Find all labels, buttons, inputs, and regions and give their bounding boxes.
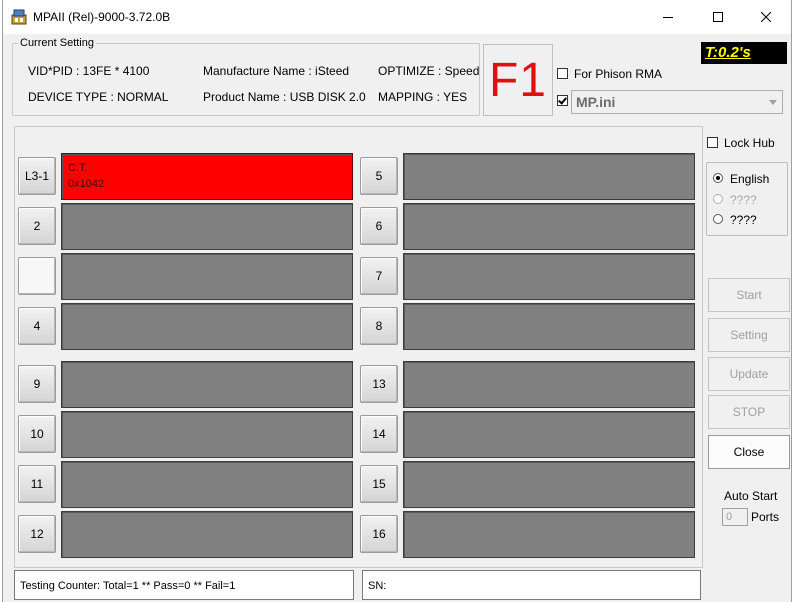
port-status-text: C.T. — [68, 162, 88, 174]
sn-label: SN: — [368, 580, 387, 592]
app-icon — [11, 9, 27, 25]
close-window-button[interactable] — [743, 0, 789, 34]
port-status-cell-right-6 — [403, 411, 695, 458]
port-status-cell-right-7 — [403, 461, 695, 508]
port-button-right-1[interactable]: 5 — [360, 157, 398, 195]
port-status-cell-right-2 — [403, 203, 695, 250]
port-error-code: 0x1042 — [68, 178, 105, 190]
port-button-left-7[interactable]: 11 — [18, 465, 56, 503]
language-radio-option-3[interactable] — [713, 214, 723, 224]
maximize-icon — [713, 12, 723, 22]
chevron-down-icon — [764, 91, 782, 113]
auto-start-ports-input[interactable]: 0 — [722, 508, 748, 526]
port-button-left-3[interactable] — [18, 257, 56, 295]
port-status-cell-right-3 — [403, 253, 695, 300]
port-status-cell-left-4 — [61, 303, 353, 350]
port-status-cell-left-5 — [61, 361, 353, 408]
port-button-left-2[interactable]: 2 — [18, 207, 56, 245]
mp-ini-select[interactable]: MP.ini — [571, 90, 783, 114]
port-status-cell-left-2 — [61, 203, 353, 250]
main-window: MPAII (Rel)-9000-3.72.0B Current Setting… — [2, 0, 792, 602]
port-button-right-8[interactable]: 16 — [360, 515, 398, 553]
port-status-cell-right-8 — [403, 511, 695, 558]
port-status-cell-left-6 — [61, 411, 353, 458]
port-button-left-6[interactable]: 10 — [18, 415, 56, 453]
setting-button[interactable]: Setting — [708, 318, 790, 352]
port-button-right-7[interactable]: 15 — [360, 465, 398, 503]
device-type-label: DEVICE TYPE : NORMAL — [28, 90, 169, 104]
port-status-cell-right-1 — [403, 153, 695, 200]
port-status-cell-left-3 — [61, 253, 353, 300]
product-name-label: Product Name : USB DISK 2.0 — [203, 90, 366, 104]
port-button-left-8[interactable]: 12 — [18, 515, 56, 553]
language-label-option-3: ???? — [730, 213, 757, 227]
port-status-cell-left-7 — [61, 461, 353, 508]
optimize-label: OPTIMIZE : Speed — [378, 64, 480, 78]
minimize-icon — [663, 17, 673, 18]
testing-counter-box: Testing Counter: Total=1 ** Pass=0 ** Fa… — [14, 570, 354, 600]
auto-start-label: Auto Start — [724, 489, 778, 503]
timer-display: T:0.2's — [701, 42, 787, 64]
port-button-left-4[interactable]: 4 — [18, 307, 56, 345]
port-status-cell-right-5 — [403, 361, 695, 408]
testing-counter-text: Testing Counter: Total=1 ** Pass=0 ** Fa… — [20, 580, 236, 592]
mp-ini-value: MP.ini — [576, 94, 616, 110]
port-status-cell-left-8 — [61, 511, 353, 558]
vid-pid-label: VID*PID : 13FE * 4100 — [28, 64, 150, 78]
manufacture-label: Manufacture Name : iSteed — [203, 64, 350, 78]
language-radio-english[interactable] — [713, 173, 723, 183]
port-button-right-2[interactable]: 6 — [360, 207, 398, 245]
mode-indicator-text: F1 — [488, 53, 547, 107]
maximize-button[interactable] — [695, 0, 741, 34]
current-setting-legend: Current Setting — [18, 37, 96, 49]
minimize-button-main[interactable] — [645, 0, 691, 34]
port-button-right-4[interactable]: 8 — [360, 307, 398, 345]
language-label-option-2: ???? — [730, 193, 757, 207]
for-phison-rma-label: For Phison RMA — [574, 67, 663, 81]
start-button[interactable]: Start — [708, 278, 790, 312]
mode-indicator: F1 — [483, 44, 553, 116]
language-radio-option-2 — [713, 194, 723, 204]
lock-hub-label: Lock Hub — [724, 136, 775, 150]
port-button-right-3[interactable]: 7 — [360, 257, 398, 295]
language-label-english: English — [730, 172, 770, 186]
window-title: MPAII (Rel)-9000-3.72.0B — [33, 10, 171, 24]
port-status-cell-left-1: C.T. 0x1042 — [61, 153, 353, 200]
close-button[interactable]: Close — [708, 435, 790, 469]
sn-box: SN: — [362, 570, 701, 600]
lock-hub-checkbox[interactable] — [707, 137, 718, 148]
port-button-left-1[interactable]: L3-1 — [18, 157, 56, 195]
port-button-right-6[interactable]: 14 — [360, 415, 398, 453]
port-status-cell-right-4 — [403, 303, 695, 350]
mapping-label: MAPPING : YES — [378, 90, 468, 104]
for-phison-rma-checkbox[interactable] — [557, 68, 568, 79]
port-button-right-5[interactable]: 13 — [360, 365, 398, 403]
current-setting-group — [12, 43, 480, 116]
stop-button[interactable]: STOP — [708, 395, 790, 429]
update-button[interactable]: Update — [708, 357, 790, 391]
port-button-left-5[interactable]: 9 — [18, 365, 56, 403]
mp-ini-checkbox[interactable] — [557, 95, 568, 106]
close-icon — [761, 12, 771, 22]
auto-start-ports-label: Ports — [751, 510, 780, 524]
